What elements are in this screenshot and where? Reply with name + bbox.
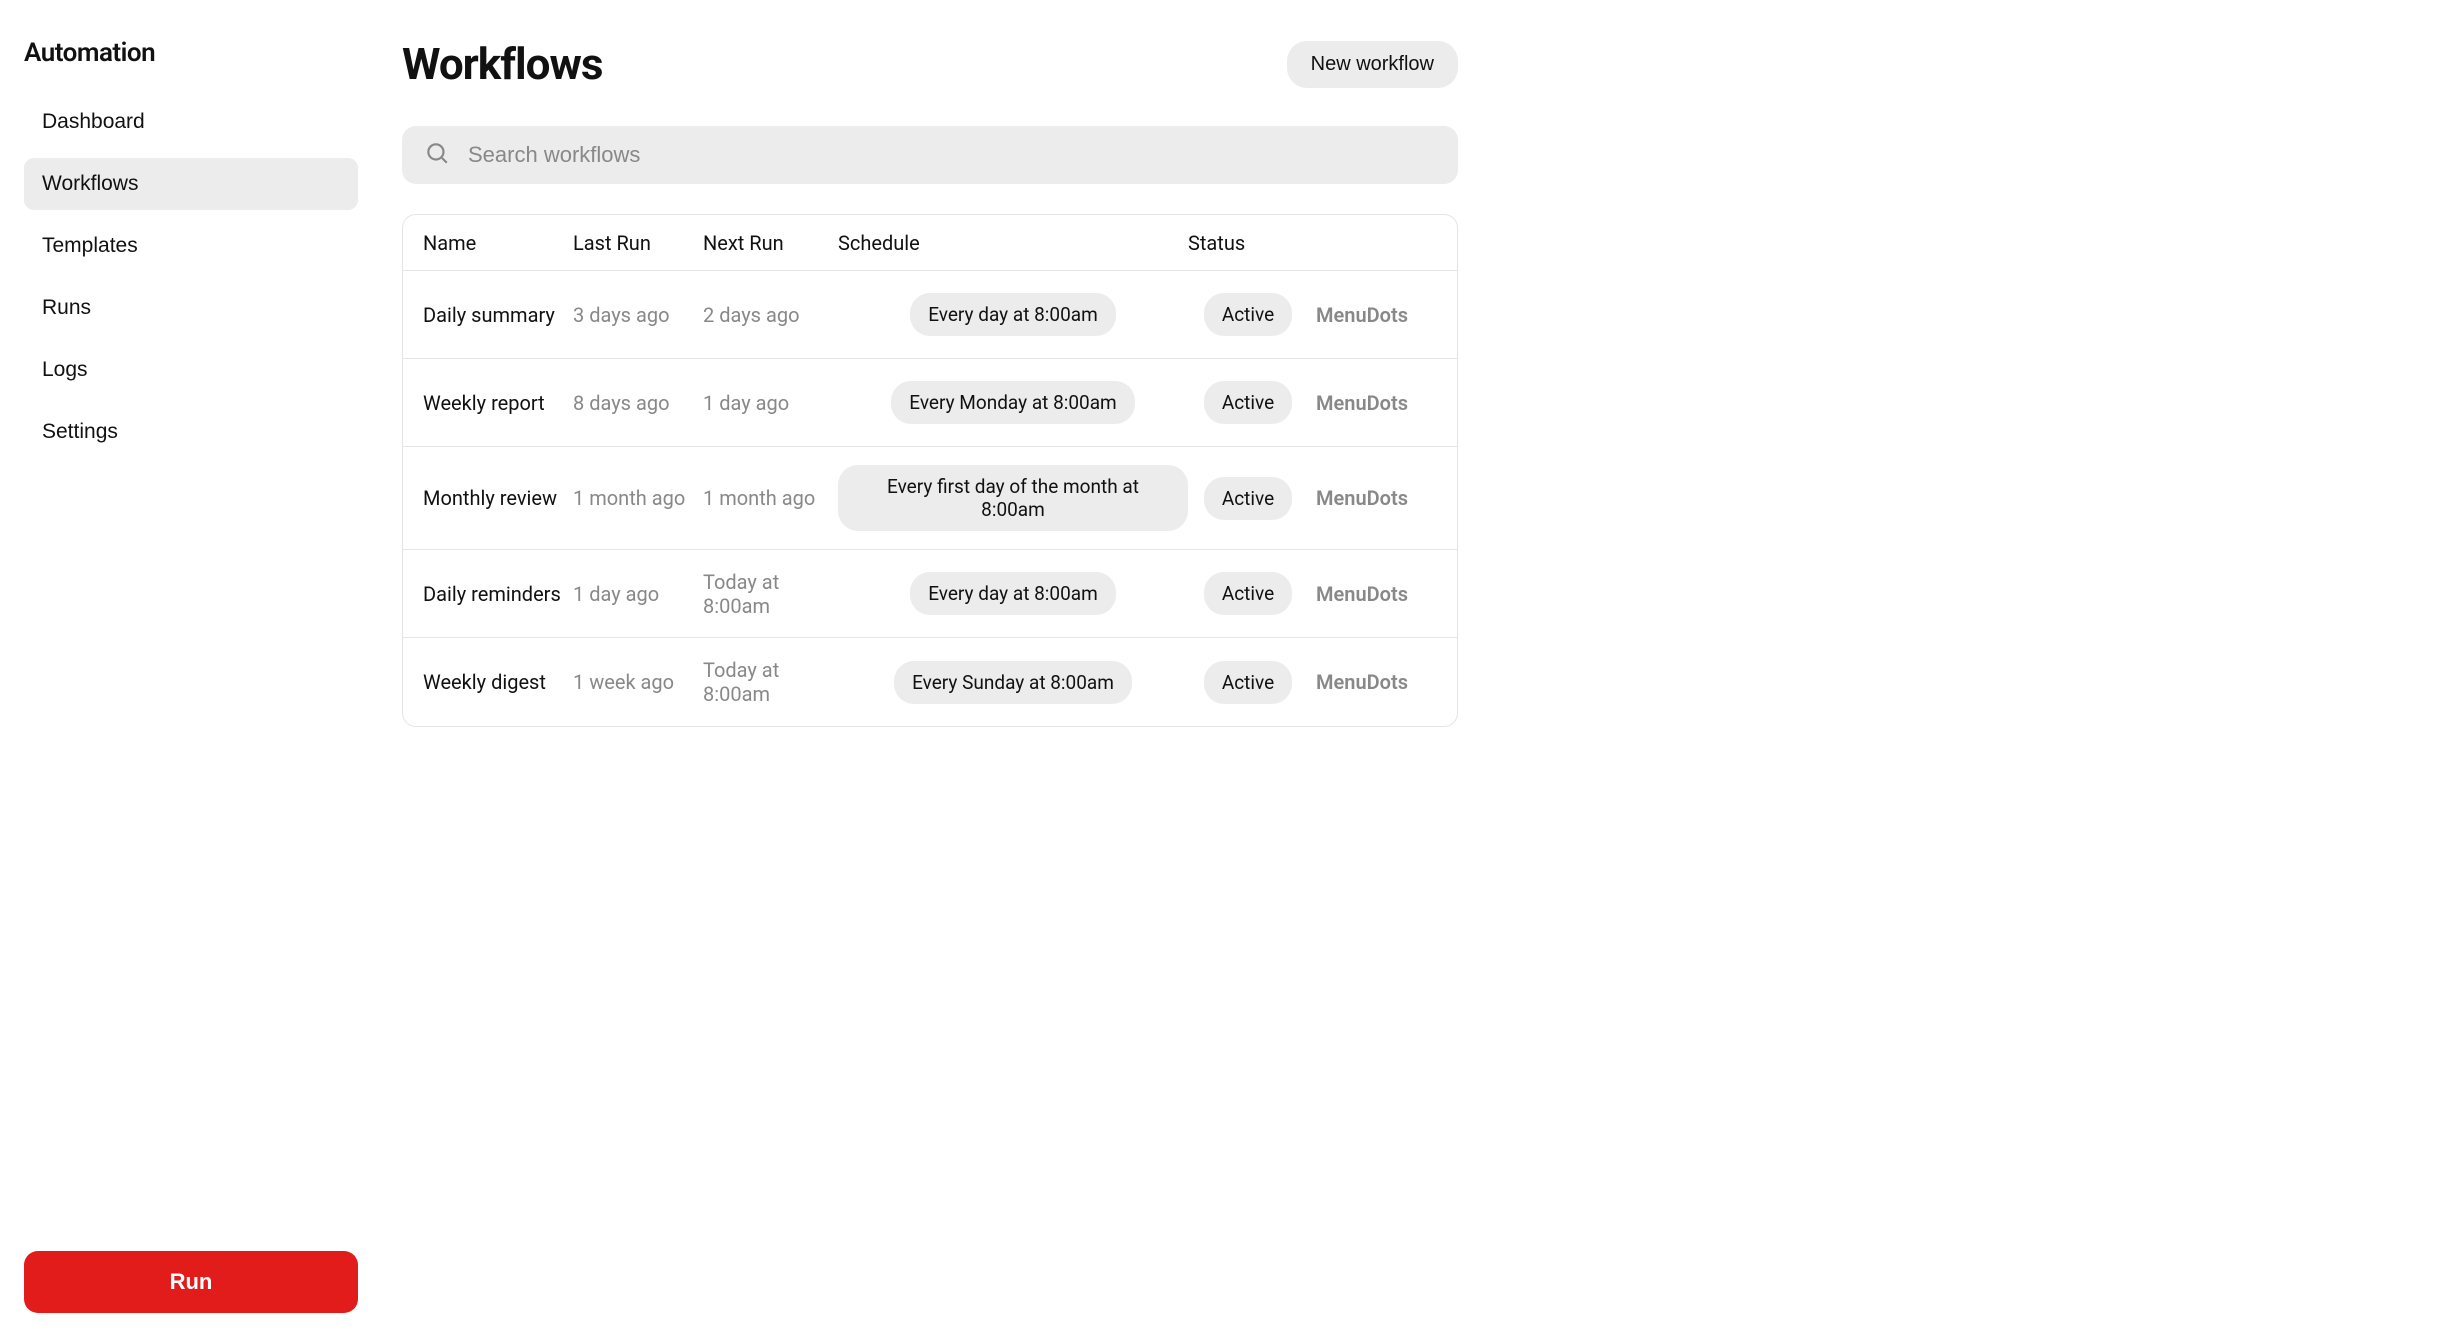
table-row: Daily reminders 1 day ago Today at 8:00a… [403,550,1457,638]
menu-dots-icon[interactable]: MenuDots [1308,670,1408,694]
cell-name: Weekly report [423,391,573,415]
search-bar[interactable] [402,126,1458,184]
sidebar-title: Automation [24,38,358,68]
col-last-run: Last Run [573,231,703,255]
menu-dots-icon[interactable]: MenuDots [1308,582,1408,606]
run-button[interactable]: Run [24,1251,358,1313]
sidebar-item-runs[interactable]: Runs [24,282,358,334]
cell-next-run: Today at 8:00am [703,570,838,618]
sidebar-item-settings[interactable]: Settings [24,406,358,458]
menu-dots-icon[interactable]: MenuDots [1308,486,1408,510]
cell-next-run: 1 day ago [703,391,838,415]
status-pill: Active [1204,572,1292,615]
col-name: Name [423,231,573,255]
cell-next-run: Today at 8:00am [703,658,838,706]
page-header: Workflows New workflow [402,38,1458,90]
sidebar-nav: Dashboard Workflows Templates Runs Logs … [24,96,358,458]
main: Workflows New workflow Name Last Run Nex… [382,0,1482,1337]
sidebar-item-workflows[interactable]: Workflows [24,158,358,210]
col-next-run: Next Run [703,231,838,255]
schedule-pill: Every Sunday at 8:00am [894,661,1132,704]
table-row: Daily summary 3 days ago 2 days ago Ever… [403,271,1457,359]
col-status: Status [1188,231,1308,255]
table-row: Monthly review 1 month ago 1 month ago E… [403,447,1457,550]
menu-dots-icon[interactable]: MenuDots [1308,303,1408,327]
menu-dots-icon[interactable]: MenuDots [1308,391,1408,415]
col-schedule: Schedule [838,231,1188,255]
cell-next-run: 2 days ago [703,303,838,327]
workflows-table: Name Last Run Next Run Schedule Status D… [402,214,1458,727]
sidebar-item-dashboard[interactable]: Dashboard [24,96,358,148]
sidebar: Automation Dashboard Workflows Templates… [0,0,382,1337]
cell-last-run: 8 days ago [573,391,703,415]
schedule-pill: Every day at 8:00am [910,293,1116,336]
table-row: Weekly digest 1 week ago Today at 8:00am… [403,638,1457,726]
sidebar-item-templates[interactable]: Templates [24,220,358,272]
search-input[interactable] [468,142,1436,168]
cell-last-run: 1 month ago [573,486,703,510]
cell-name: Daily reminders [423,582,573,606]
schedule-pill: Every Monday at 8:00am [891,381,1134,424]
search-icon [424,140,450,170]
cell-name: Monthly review [423,486,573,510]
cell-last-run: 3 days ago [573,303,703,327]
cell-last-run: 1 week ago [573,670,703,694]
schedule-pill: Every day at 8:00am [910,572,1116,615]
cell-last-run: 1 day ago [573,582,703,606]
sidebar-item-logs[interactable]: Logs [24,344,358,396]
cell-name: Weekly digest [423,670,573,694]
cell-name: Daily summary [423,303,573,327]
page-title: Workflows [402,38,602,90]
table-header: Name Last Run Next Run Schedule Status [403,215,1457,271]
status-pill: Active [1204,381,1292,424]
table-row: Weekly report 8 days ago 1 day ago Every… [403,359,1457,447]
status-pill: Active [1204,293,1292,336]
schedule-pill: Every first day of the month at 8:00am [838,465,1188,531]
cell-next-run: 1 month ago [703,486,838,510]
status-pill: Active [1204,661,1292,704]
new-workflow-button[interactable]: New workflow [1287,41,1458,88]
status-pill: Active [1204,477,1292,520]
